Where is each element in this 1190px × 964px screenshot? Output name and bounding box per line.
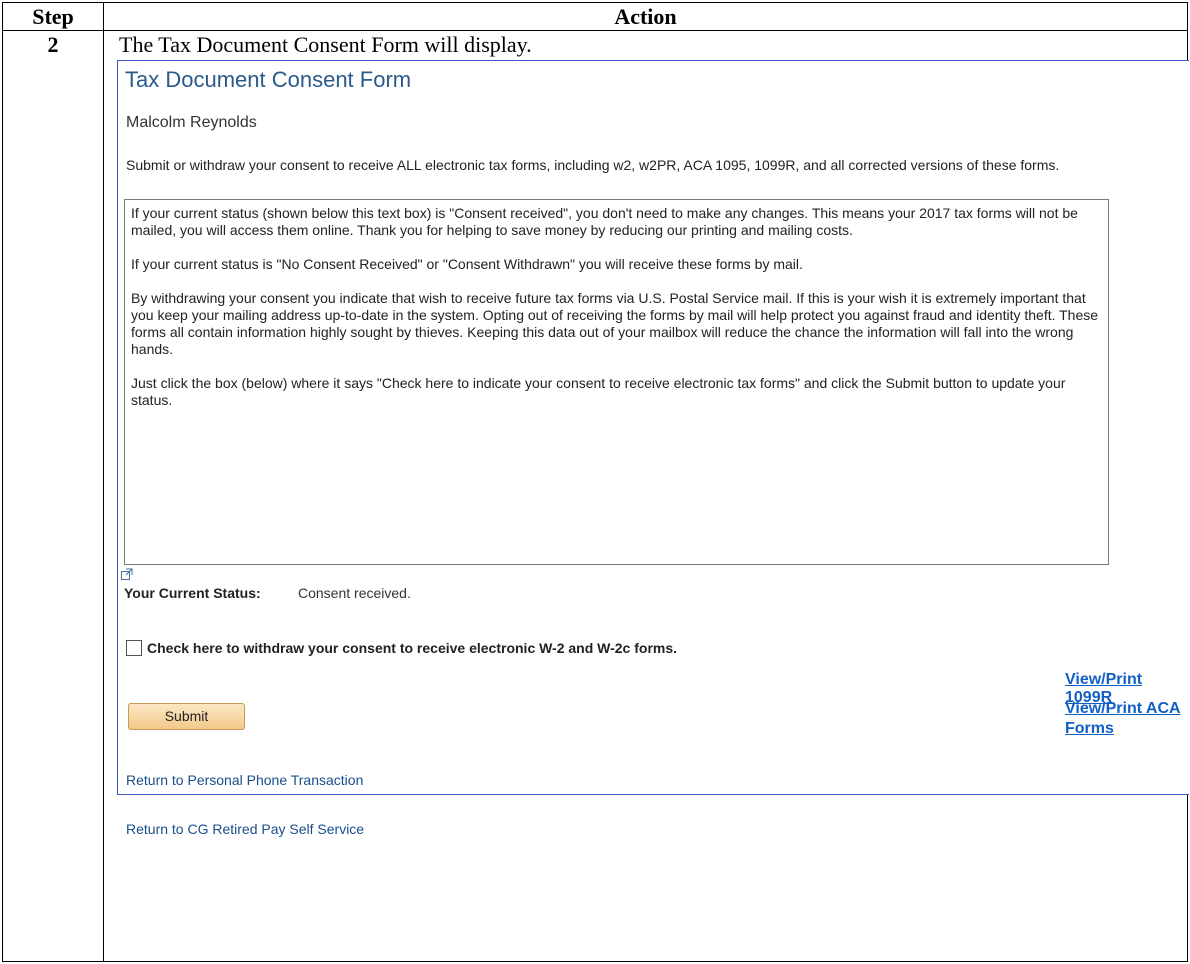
consent-form-screenshot: Tax Document Consent Form Malcolm Reynol… (117, 60, 1189, 837)
consent-info-textbox[interactable]: If your current status (shown below this… (124, 199, 1109, 565)
info-paragraph: If your current status (shown below this… (131, 205, 1078, 238)
info-paragraph: Just click the box (below) where it says… (131, 375, 1066, 408)
expand-icon[interactable] (121, 568, 133, 580)
step-number: 2 (47, 32, 59, 57)
info-paragraph: By withdrawing your consent you indicate… (131, 290, 1099, 357)
column-divider (103, 3, 104, 961)
header-action: Action (614, 4, 677, 29)
user-name: Malcolm Reynolds (126, 114, 257, 131)
withdraw-consent-checkbox[interactable] (126, 640, 142, 656)
page-title: Tax Document Consent Form (125, 67, 412, 92)
status-label: Your Current Status: (124, 585, 261, 601)
withdraw-consent-label[interactable]: Check here to withdraw your consent to r… (147, 640, 677, 656)
return-self-service-link[interactable]: Return to CG Retired Pay Self Service (126, 821, 364, 837)
instruction-table: Step Action 2 The Tax Document Consent F… (2, 2, 1189, 962)
submit-button[interactable]: Submit (128, 703, 245, 730)
status-value: Consent received. (298, 585, 411, 601)
view-print-aca-forms-link[interactable]: View/Print ACA Forms (1065, 699, 1185, 739)
info-paragraph: If your current status is "No Consent Re… (131, 256, 803, 272)
return-personal-phone-link[interactable]: Return to Personal Phone Transaction (126, 772, 363, 788)
intro-text: Submit or withdraw your consent to recei… (126, 157, 1060, 173)
header-step: Step (32, 4, 74, 29)
step-description: The Tax Document Consent Form will displ… (119, 32, 532, 57)
